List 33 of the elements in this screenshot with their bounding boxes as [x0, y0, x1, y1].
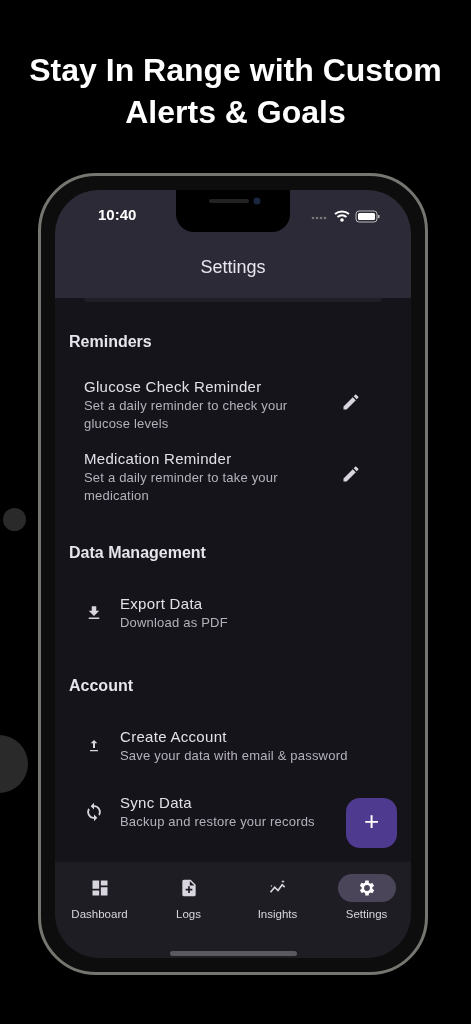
section-heading: Data Management — [69, 543, 207, 563]
nav-tab[interactable]: Insights — [233, 874, 322, 958]
settings-item[interactable]: Create Account Save your data with email & password — [69, 713, 348, 779]
camera-lens — [253, 197, 261, 205]
nav-tab[interactable]: Dashboard — [55, 874, 144, 958]
item-title: Medication Reminder — [84, 449, 233, 469]
item-title: Create Account — [120, 727, 228, 747]
item-title: Export Data — [120, 594, 204, 614]
sync-icon — [84, 802, 104, 822]
nav-tab[interactable]: Settings — [322, 874, 411, 958]
item-subtitle: Download as PDF — [120, 614, 228, 632]
settings-item[interactable]: Sync Data Backup and restore your records — [69, 779, 315, 845]
item-title: Sync Data — [120, 793, 193, 813]
headline: Stay In Range with Custom Alerts & Goals — [28, 51, 443, 132]
item-subtitle: Set a daily reminder to check your glucose levels — [84, 397, 289, 433]
background-circle — [3, 508, 26, 531]
status-time: 10:40 — [98, 205, 137, 226]
add-button[interactable]: + — [346, 798, 397, 848]
speaker-grille — [209, 198, 249, 203]
signal-icon — [311, 216, 327, 219]
item-subtitle: Save your data with email & password — [120, 747, 348, 765]
screen-title: Settings — [199, 256, 267, 279]
section-heading: Reminders — [69, 332, 153, 352]
settings-item[interactable]: Medication Reminder Set a daily reminder to take your medication — [69, 441, 397, 513]
wifi-icon — [334, 210, 350, 222]
settings-item[interactable]: Glucose Check Reminder Set a daily reminder to check your glucose levels — [69, 369, 397, 441]
settings-item[interactable]: Export Data Download as PDF — [69, 580, 228, 646]
nav-tab[interactable]: Logs — [144, 874, 233, 958]
item-subtitle: Backup and restore your records — [120, 813, 315, 831]
section-heading: Account — [69, 676, 134, 696]
item-subtitle: Set a daily reminder to take your medication — [84, 469, 279, 505]
item-title: Glucose Check Reminder — [84, 377, 263, 397]
battery-icon — [355, 210, 380, 222]
